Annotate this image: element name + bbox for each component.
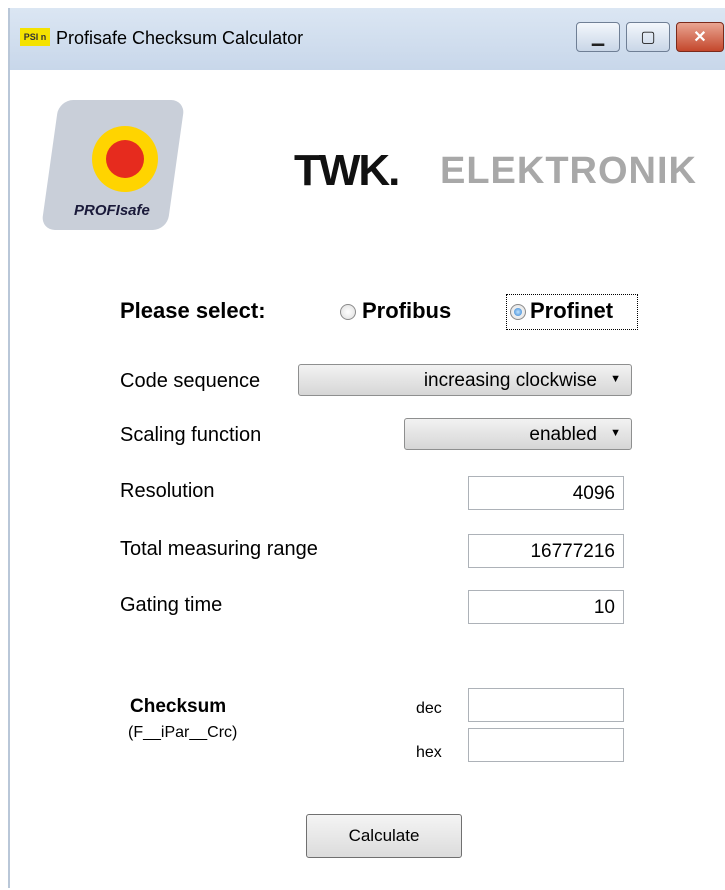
twk-logo: TWK.	[294, 146, 400, 195]
gating-time-label: Gating time	[120, 594, 223, 616]
minimize-icon: ▁	[591, 29, 605, 46]
hex-label: hex	[416, 744, 442, 761]
checksum-dec-output[interactable]	[468, 688, 624, 722]
profibus-radio-label[interactable]: Profibus	[362, 298, 451, 324]
maximize-button[interactable]: ▢	[626, 22, 670, 52]
total-range-input[interactable]: 16777216	[468, 534, 624, 568]
window-title: Profisafe Checksum Calculator	[56, 28, 304, 48]
profibus-radio[interactable]	[340, 304, 356, 320]
close-button[interactable]: ✕	[676, 22, 724, 52]
gating-time-input[interactable]: 10	[468, 590, 624, 624]
resolution-input[interactable]: 4096	[468, 476, 624, 510]
code-sequence-value: increasing clockwise	[423, 370, 597, 391]
profinet-radio-label[interactable]: Profinet	[530, 298, 613, 324]
profisafe-dot-icon	[106, 140, 144, 178]
total-range-label: Total measuring range	[120, 538, 318, 560]
minimize-button[interactable]: ▁	[576, 22, 620, 52]
title-bar[interactable]: PSI n Profisafe Checksum Calculator ▁ ▢ …	[10, 8, 725, 70]
profinet-radio[interactable]	[510, 304, 526, 320]
gating-time-value: 10	[593, 597, 615, 618]
resolution-label: Resolution	[120, 480, 215, 502]
calculate-button[interactable]: Calculate	[306, 814, 462, 858]
elektronik-logo: ELEKTRONIK	[440, 150, 697, 192]
code-sequence-label: Code sequence	[120, 370, 261, 392]
profisafe-logo-text: PROFIsafe	[74, 202, 150, 219]
app-icon: PSI n	[20, 28, 50, 46]
close-icon: ✕	[693, 29, 707, 46]
chevron-down-icon: ▼	[610, 427, 621, 439]
chevron-down-icon: ▼	[610, 373, 621, 385]
protocol-select-label: Please select:	[120, 298, 266, 323]
code-sequence-select[interactable]: increasing clockwise ▼	[298, 364, 632, 396]
total-range-value: 16777216	[530, 541, 615, 562]
checksum-subtitle: (F__iPar__Crc)	[128, 724, 238, 741]
checksum-hex-output[interactable]	[468, 728, 624, 762]
dec-label: dec	[416, 700, 442, 717]
scaling-function-select[interactable]: enabled ▼	[404, 418, 632, 450]
resolution-value: 4096	[572, 483, 615, 504]
app-window: PSI n Profisafe Checksum Calculator ▁ ▢ …	[8, 8, 725, 888]
maximize-icon: ▢	[640, 29, 656, 46]
scaling-function-value: enabled	[529, 424, 597, 445]
checksum-title: Checksum	[130, 696, 227, 717]
scaling-function-label: Scaling function	[120, 424, 262, 446]
